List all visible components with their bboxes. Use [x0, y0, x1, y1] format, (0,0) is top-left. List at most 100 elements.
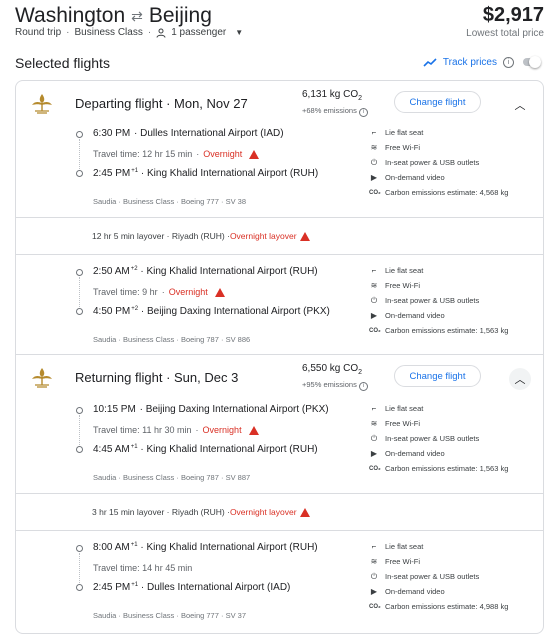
- flight-details: Saudia · Business Class · Boeing 787 · S…: [93, 473, 251, 482]
- amenity-item: CO₂ Carbon emissions estimate: 1,563 kg: [369, 464, 509, 473]
- passenger-count: 1 passenger: [171, 27, 227, 38]
- origin-city: Washington: [15, 4, 126, 27]
- timeline-dot: [76, 170, 83, 177]
- wifi-icon: ≋: [370, 419, 378, 428]
- warning-icon: [299, 231, 310, 241]
- amenity-item: ⌐ Lie flat seat: [369, 539, 508, 554]
- saudia-logo-icon: [32, 368, 52, 388]
- timeline-line: [79, 277, 80, 307]
- wifi-icon: ≋: [370, 143, 378, 152]
- timeline-dot: [76, 407, 83, 414]
- returning-title: Returning flight · Sun, Dec 3: [75, 370, 239, 385]
- departing-header[interactable]: Departing flight · Mon, Nov 27 6,131 kg …: [16, 81, 543, 125]
- seat-icon: ⌐: [371, 542, 377, 551]
- departing-emissions: 6,131 kg CO2 +68% emissions i: [302, 89, 368, 117]
- power-plug-icon: ⏻: [370, 433, 378, 443]
- total-price: $2,917: [482, 4, 544, 26]
- warning-icon: [248, 425, 259, 435]
- track-prices-label: Track prices: [442, 56, 497, 68]
- layover-info: 12 hr 5 min layover · Riyadh (RUH) · Ove…: [16, 217, 543, 255]
- amenity-item: ≋ Free Wi-Fi: [370, 557, 420, 566]
- amenities-list: ⌐ Lie flat seat ≋ Free Wi-Fi ⏻ In-seat powe…: [369, 263, 508, 338]
- timeline-line: [79, 415, 80, 445]
- amenity-item: ▶ On-demand video: [370, 311, 445, 320]
- trip-summary: Round trip · Business Class · 1 passenge…: [15, 27, 244, 38]
- travel-time: Travel time: 14 hr 45 min: [93, 563, 193, 573]
- travel-time: Travel time: 11 hr 30 min · Overnight: [93, 425, 259, 435]
- departure-row: 10:15 PM · Beijing Daxing International …: [93, 404, 329, 415]
- change-flight-button[interactable]: Change flight: [394, 91, 481, 113]
- amenity-item: ⌐ Lie flat seat: [369, 263, 508, 278]
- passenger-selector[interactable]: 1 passenger ▼: [156, 27, 243, 38]
- change-flight-button[interactable]: Change flight: [394, 365, 481, 387]
- amenity-item: ⌐ Lie flat seat: [369, 125, 508, 140]
- flight-details: Saudia · Business Class · Boeing 777 · S…: [93, 611, 246, 620]
- video-icon: ▶: [370, 173, 378, 182]
- info-icon[interactable]: i: [503, 56, 514, 68]
- info-icon[interactable]: i: [358, 107, 368, 117]
- amenity-item: ≋ Free Wi-Fi: [370, 143, 420, 152]
- amenity-item: ≋ Free Wi-Fi: [370, 281, 420, 290]
- cabin-class: Business Class: [74, 27, 143, 38]
- seat-icon: ⌐: [371, 128, 377, 137]
- returning-flight-card: Returning flight · Sun, Dec 3 6,550 kg C…: [15, 354, 544, 634]
- timeline-line: [79, 139, 80, 169]
- video-icon: ▶: [370, 449, 378, 458]
- video-icon: ▶: [370, 311, 378, 320]
- arrival-row: 4:50 PM+2 · Beijing Daxing International…: [93, 306, 330, 317]
- timeline-dot: [76, 269, 83, 276]
- warning-icon: [249, 149, 260, 159]
- amenities-list: ⌐ Lie flat seat ≋ Free Wi-Fi ⏻ In-seat powe…: [369, 401, 508, 476]
- amenity-item: CO₂ Carbon emissions estimate: 4,568 kg: [369, 188, 509, 197]
- video-icon: ▶: [370, 587, 378, 596]
- price-label: Lowest total price: [466, 28, 544, 39]
- chevron-up-icon[interactable]: ︿: [509, 94, 531, 116]
- timeline-dot: [76, 308, 83, 315]
- departure-row: 2:50 AM+2 · King Khalid International Ai…: [93, 266, 318, 277]
- track-prices[interactable]: Track prices i: [423, 56, 544, 68]
- returning-emissions: 6,550 kg CO2 +95% emissions i: [302, 363, 368, 391]
- amenity-item: ▶ On-demand video: [370, 173, 445, 182]
- co2-icon: CO₂: [369, 327, 381, 334]
- flight-details: Saudia · Business Class · Boeing 777 · S…: [93, 197, 246, 206]
- trend-icon: [423, 57, 437, 67]
- amenities-list: ⌐ Lie flat seat ≋ Free Wi-Fi ⏻ In-seat powe…: [369, 125, 508, 200]
- power-plug-icon: ⏻: [370, 157, 378, 167]
- travel-time: Travel time: 12 hr 15 min · Overnight: [93, 149, 260, 159]
- power-plug-icon: ⏻: [370, 571, 378, 581]
- travel-time: Travel time: 9 hr · Overnight: [93, 287, 225, 297]
- timeline-dot: [76, 446, 83, 453]
- timeline-dot: [76, 131, 83, 138]
- timeline-line: [79, 553, 80, 583]
- caret-down-icon: ▼: [235, 28, 244, 37]
- wifi-icon: ≋: [370, 281, 378, 290]
- info-icon[interactable]: i: [358, 381, 368, 391]
- saudia-logo-icon: [32, 94, 52, 114]
- selected-flights-heading: Selected flights: [15, 55, 110, 71]
- amenity-item: ⌐ Lie flat seat: [369, 401, 508, 416]
- timeline-dot: [76, 545, 83, 552]
- layover-info: 3 hr 15 min layover · Riyadh (RUH) · Ove…: [16, 493, 543, 531]
- chevron-up-icon[interactable]: ︿: [509, 368, 531, 390]
- warning-icon: [214, 287, 225, 297]
- amenity-item: CO₂ Carbon emissions estimate: 4,988 kg: [369, 602, 509, 611]
- amenity-item: ⏻ In-seat power & USB outlets: [370, 295, 480, 306]
- person-icon: [156, 28, 166, 38]
- amenities-list: ⌐ Lie flat seat ≋ Free Wi-Fi ⏻ In-seat powe…: [369, 539, 508, 614]
- amenity-item: ▶ On-demand video: [370, 449, 445, 458]
- power-plug-icon: ⏻: [370, 295, 378, 305]
- trip-type: Round trip: [15, 27, 62, 38]
- track-prices-toggle[interactable]: [520, 56, 544, 68]
- amenity-item: ⏻ In-seat power & USB outlets: [370, 157, 480, 168]
- co2-icon: CO₂: [369, 603, 381, 610]
- timeline-dot: [76, 584, 83, 591]
- amenity-item: ⏻ In-seat power & USB outlets: [370, 433, 480, 444]
- route-title: Washington ⇄ Beijing: [15, 4, 212, 28]
- flight-details: Saudia · Business Class · Boeing 787 · S…: [93, 335, 251, 344]
- departing-title: Departing flight · Mon, Nov 27: [75, 96, 248, 111]
- arrival-row: 2:45 PM+1 · Dulles International Airport…: [93, 582, 291, 593]
- departure-row: 8:00 AM+1 · King Khalid International Ai…: [93, 542, 318, 553]
- returning-header[interactable]: Returning flight · Sun, Dec 3 6,550 kg C…: [16, 355, 543, 399]
- arrival-row: 2:45 PM+1 · King Khalid International Ai…: [93, 168, 319, 179]
- departing-flight-card: Departing flight · Mon, Nov 27 6,131 kg …: [15, 80, 544, 355]
